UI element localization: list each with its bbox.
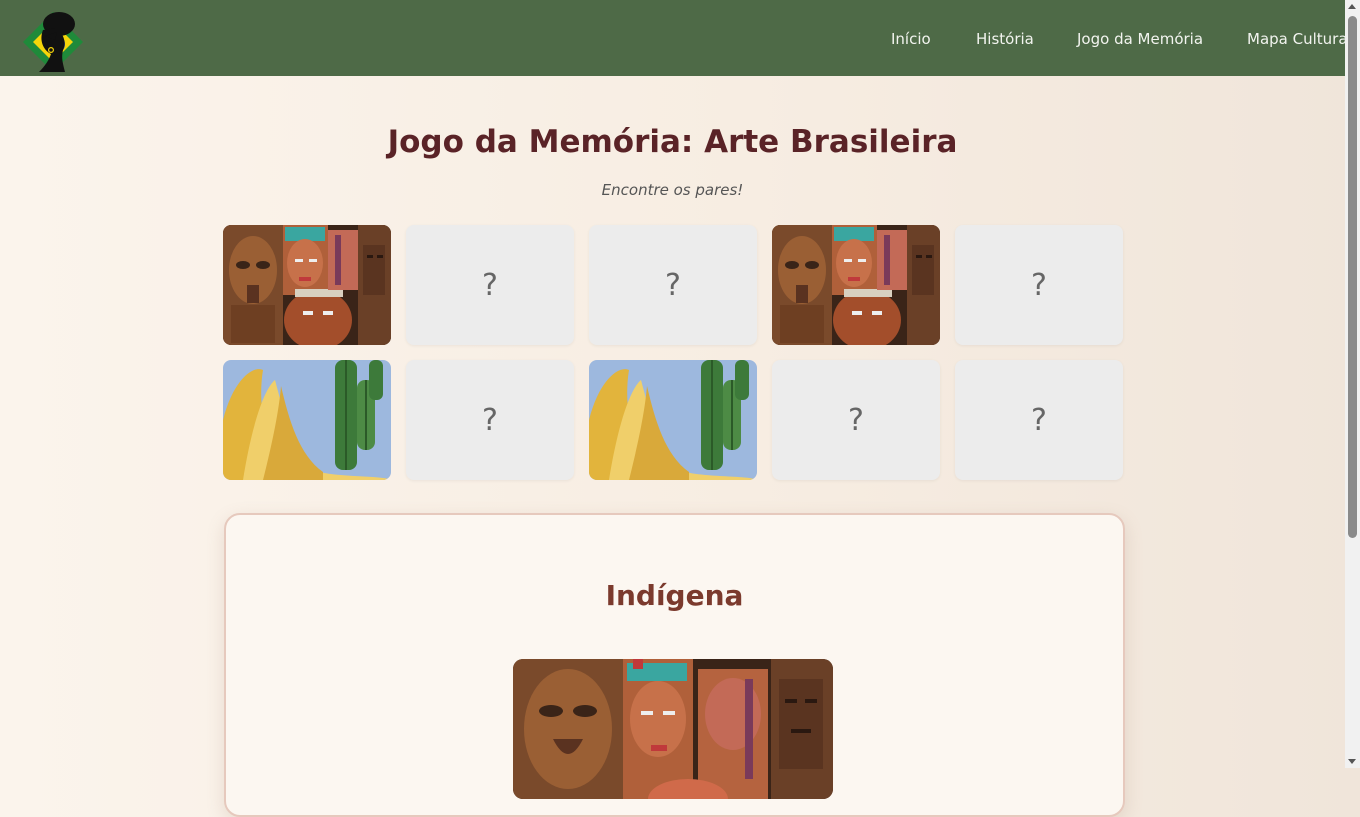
modernist-cactus-painting-image xyxy=(589,360,757,480)
art-info-image xyxy=(513,659,833,799)
memory-card-hidden[interactable]: ? xyxy=(772,360,940,480)
nav-link-jogo-da-memoria[interactable]: Jogo da Memória xyxy=(1077,30,1203,48)
scrollbar-thumb[interactable] xyxy=(1348,16,1357,538)
memory-card-hidden[interactable]: ? xyxy=(589,225,757,345)
scroll-down-icon[interactable] xyxy=(1348,759,1356,764)
art-info-title: Indígena xyxy=(605,579,744,612)
nav-link-historia[interactable]: História xyxy=(976,30,1034,48)
memory-card-revealed[interactable] xyxy=(772,225,940,345)
indigenous-masks-image xyxy=(513,659,833,799)
memory-card-hidden[interactable]: ? xyxy=(406,360,574,480)
nav-link-mapa-cultural[interactable]: Mapa Cultural xyxy=(1247,30,1352,48)
navbar: Início História Jogo da Memória Mapa Cul… xyxy=(0,0,1352,76)
indigenous-masks-image xyxy=(223,225,391,345)
logo-icon[interactable] xyxy=(21,10,85,74)
page-subtitle: Encontre os pares! xyxy=(601,181,744,199)
scrollbar[interactable] xyxy=(1345,0,1360,768)
modernist-cactus-painting-image xyxy=(223,360,391,480)
scroll-up-icon[interactable] xyxy=(1348,4,1356,9)
memory-card-hidden[interactable]: ? xyxy=(955,360,1123,480)
indigenous-masks-image xyxy=(772,225,940,345)
memory-card-revealed[interactable] xyxy=(223,225,391,345)
art-info-panel: Indígena xyxy=(224,513,1125,817)
page-title: Jogo da Memória: Arte Brasileira xyxy=(387,124,958,160)
memory-card-revealed[interactable] xyxy=(223,360,391,480)
memory-card-hidden[interactable]: ? xyxy=(955,225,1123,345)
nav-link-inicio[interactable]: Início xyxy=(891,30,931,48)
memory-card-hidden[interactable]: ? xyxy=(406,225,574,345)
memory-card-revealed[interactable] xyxy=(589,360,757,480)
